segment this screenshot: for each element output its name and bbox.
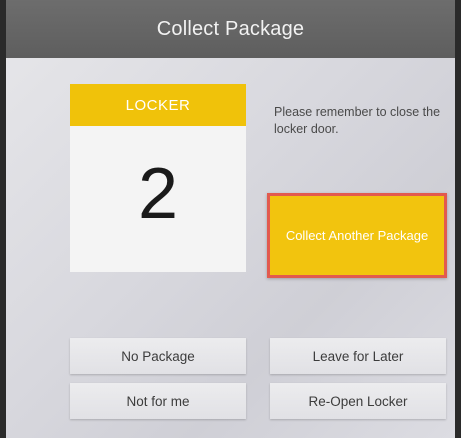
reminder-message: Please remember to close the locker door… — [274, 105, 441, 136]
collect-another-package-button[interactable]: Collect Another Package — [267, 193, 447, 278]
title-bar: Collect Package — [6, 0, 455, 58]
locker-card: LOCKER 2 — [70, 84, 246, 272]
locker-label: LOCKER — [70, 84, 246, 126]
reopen-locker-button[interactable]: Re-Open Locker — [270, 383, 446, 419]
no-package-button[interactable]: No Package — [70, 338, 246, 374]
leave-for-later-button[interactable]: Leave for Later — [270, 338, 446, 374]
kiosk-screen: Collect Package LOCKER 2 Please remember… — [6, 0, 455, 438]
locker-number: 2 — [137, 154, 179, 234]
page-title: Collect Package — [156, 17, 305, 40]
not-for-me-button[interactable]: Not for me — [70, 383, 246, 419]
